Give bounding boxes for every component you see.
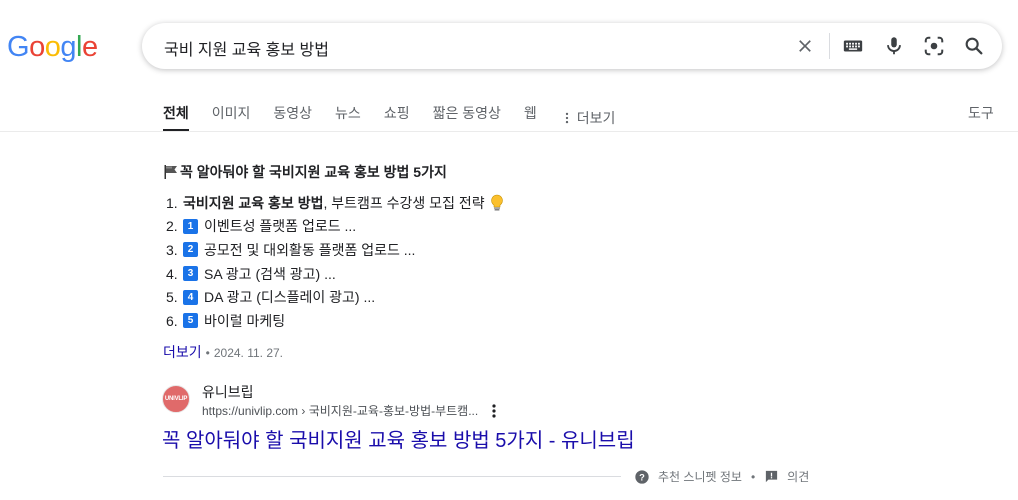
favicon-text: UNIVLIP <box>164 396 188 402</box>
site-url-breadcrumb: › 국비지원-교육-홍보-방법-부트캠... <box>301 404 479 418</box>
keycap-badge: 1 <box>183 218 198 234</box>
about-snippet-button[interactable]: ? 추천 스니펫 정보 <box>634 468 742 485</box>
site-url-domain: https://univlip.com <box>202 404 299 418</box>
site-favicon[interactable]: UNIVLIP <box>162 385 190 413</box>
tab-shopping[interactable]: 쇼핑 <box>384 100 410 132</box>
list-text: DA 광고 (디스플레이 광고) ... <box>204 289 376 306</box>
tab-all[interactable]: 전체 <box>163 100 189 132</box>
snippet-title-text: 꼭 알아둬야 할 국비지원 교육 홍보 방법 5가지 <box>180 164 447 180</box>
svg-text:?: ? <box>639 472 645 482</box>
site-name[interactable]: 유니브립 <box>202 382 254 402</box>
snippet-date: 2024. 11. 27. <box>213 346 284 360</box>
search-icon[interactable] <box>962 34 986 58</box>
list-text: , 부트캠프 수강생 모집 전략 <box>323 194 485 211</box>
keyboard-icon[interactable] <box>841 34 865 58</box>
logo-letter: G <box>7 31 30 63</box>
snippet-more-line: 더보기 • 2024. 11. 27. <box>163 342 283 362</box>
logo-letter: g <box>60 31 76 63</box>
list-number: 5. <box>166 289 178 306</box>
search-tabs: 전체 이미지 동영상 뉴스 쇼핑 짧은 동영상 웹 더보기 <box>163 100 638 132</box>
tools-button[interactable]: 도구 <box>968 103 994 123</box>
tab-short-videos[interactable]: 짧은 동영상 <box>433 100 501 132</box>
list-text: 바이럴 마케팅 <box>204 312 286 329</box>
snippet-footer: ? 추천 스니펫 정보 • 의견 <box>634 468 809 485</box>
camera-lens-icon[interactable] <box>922 34 946 58</box>
microphone-icon[interactable] <box>882 34 906 58</box>
list-item: 5. 4 DA 광고 (디스플레이 광고) ... <box>166 285 505 309</box>
list-number: 1. <box>166 194 178 211</box>
list-bold-text: 국비지원 교육 홍보 방법 <box>183 194 324 211</box>
tab-images[interactable]: 이미지 <box>212 100 251 132</box>
logo-letter: o <box>44 31 61 63</box>
snippet-title: 꼭 알아둬야 할 국비지원 교육 홍보 방법 5가지 <box>163 162 447 182</box>
help-icon: ? <box>635 469 649 484</box>
google-logo[interactable]: Google <box>7 31 98 64</box>
search-divider <box>829 33 830 59</box>
close-icon[interactable] <box>793 34 817 58</box>
list-number: 6. <box>166 312 178 329</box>
tab-videos[interactable]: 동영상 <box>273 100 312 132</box>
footer-divider <box>163 476 621 477</box>
snippet-list: 1. 국비지원 교육 홍보 방법, 부트캠프 수강생 모집 전략 2. 1 이벤트… <box>166 191 505 333</box>
list-text: 이벤트성 플랫폼 업로드 ... <box>204 218 357 235</box>
tab-web[interactable]: 웹 <box>524 100 537 132</box>
logo-letter: e <box>81 31 98 63</box>
list-item: 4. 3 SA 광고 (검색 광고) ... <box>166 262 505 286</box>
keycap-badge: 2 <box>183 242 198 258</box>
list-text: 공모전 및 대외활동 플랫폼 업로드 ... <box>204 241 416 258</box>
result-options-icon[interactable] <box>488 403 500 424</box>
list-number: 4. <box>166 265 178 282</box>
keycap-badge: 3 <box>183 266 198 282</box>
result-title-link[interactable]: 꼭 알아둬야 할 국비지원 교육 홍보 방법 5가지 - 유니브립 <box>162 424 635 453</box>
tab-news[interactable]: 뉴스 <box>335 100 361 132</box>
feedback-label: 의견 <box>787 470 810 484</box>
separator-dot: • <box>750 469 756 484</box>
list-text: SA 광고 (검색 광고) ... <box>204 265 336 282</box>
list-item: 6. 5 바이럴 마케팅 <box>166 309 505 333</box>
about-snippet-label: 추천 스니펫 정보 <box>658 470 742 484</box>
site-url[interactable]: https://univlip.com › 국비지원-교육-홍보-방법-부트캠.… <box>202 402 478 419</box>
logo-letter: o <box>29 31 45 63</box>
snippet-more-link[interactable]: 더보기 <box>163 344 202 360</box>
tabs-divider <box>0 131 1018 132</box>
list-number: 3. <box>166 241 178 258</box>
list-item: 2. 1 이벤트성 플랫폼 업로드 ... <box>166 215 505 239</box>
feedback-icon <box>766 470 778 483</box>
list-item: 1. 국비지원 교육 홍보 방법, 부트캠프 수강생 모집 전략 <box>166 191 505 215</box>
keycap-badge: 5 <box>183 313 198 329</box>
list-number: 2. <box>166 218 178 235</box>
separator-dot: • <box>205 346 210 360</box>
search-input[interactable]: 국비 지원 교육 홍보 방법 <box>164 36 329 60</box>
keycap-badge: 4 <box>183 289 198 305</box>
list-item: 3. 2 공모전 및 대외활동 플랫폼 업로드 ... <box>166 238 505 262</box>
flag-icon <box>164 165 177 179</box>
tab-more[interactable]: 더보기 <box>560 100 616 132</box>
tab-more-label: 더보기 <box>576 109 616 126</box>
lightbulb-icon <box>490 194 503 211</box>
more-vert-icon <box>565 112 568 123</box>
search-box[interactable]: 국비 지원 교육 홍보 방법 <box>142 23 1002 69</box>
feedback-button[interactable]: 의견 <box>764 468 809 485</box>
